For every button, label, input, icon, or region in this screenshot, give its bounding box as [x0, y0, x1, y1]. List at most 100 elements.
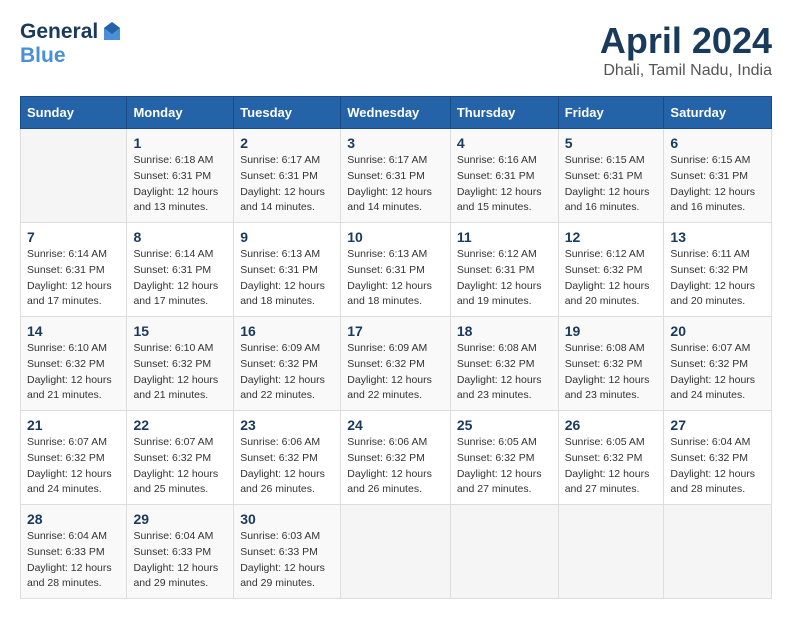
calendar-cell: 20Sunrise: 6:07 AMSunset: 6:32 PMDayligh…: [664, 317, 772, 411]
calendar-cell: 10 Sunrise: 6:13 AMSunset: 6:31 PMDayligh…: [341, 223, 451, 317]
day-number: 12: [565, 229, 658, 245]
week-row-2: 7 Sunrise: 6:14 AMSunset: 6:31 PMDaylight…: [21, 223, 772, 317]
calendar-cell: 11 Sunrise: 6:12 AMSunset: 6:31 PMDayligh…: [450, 223, 558, 317]
calendar-cell: 4 Sunrise: 6:16 AMSunset: 6:31 PMDaylight…: [450, 129, 558, 223]
calendar-cell: 25 Sunrise: 6:05 AMSunset: 6:32 PMDayligh…: [450, 411, 558, 505]
day-number: 2: [240, 135, 334, 151]
calendar-cell: 27Sunrise: 6:04 AMSunset: 6:32 PMDayligh…: [664, 411, 772, 505]
day-number: 30: [240, 511, 334, 527]
calendar-cell: 6 Sunrise: 6:15 AMSunset: 6:31 PMDaylight…: [664, 129, 772, 223]
day-info: Sunrise: 6:08 AMSunset: 6:32 PMDaylight:…: [457, 341, 552, 404]
day-number: 21: [27, 417, 120, 433]
day-info: Sunrise: 6:07 AMSunset: 6:32 PMDaylight:…: [27, 435, 120, 498]
day-number: 15: [133, 323, 227, 339]
day-info: Sunrise: 6:12 AMSunset: 6:32 PMDaylight:…: [565, 247, 658, 310]
day-info: Sunrise: 6:15 AMSunset: 6:31 PMDaylight:…: [565, 153, 658, 216]
day-info: Sunrise: 6:08 AMSunset: 6:32 PMDaylight:…: [565, 341, 658, 404]
day-number: 10: [347, 229, 444, 245]
calendar-cell: 13 Sunrise: 6:11 AMSunset: 6:32 PMDayligh…: [664, 223, 772, 317]
calendar-cell: [450, 505, 558, 599]
day-info: Sunrise: 6:10 AMSunset: 6:32 PMDaylight:…: [133, 341, 227, 404]
calendar-cell: 26 Sunrise: 6:05 AMSunset: 6:32 PMDayligh…: [558, 411, 664, 505]
column-header-saturday: Saturday: [664, 97, 772, 129]
day-number: 26: [565, 417, 658, 433]
calendar-cell: 8 Sunrise: 6:14 AMSunset: 6:31 PMDaylight…: [127, 223, 234, 317]
day-number: 5: [565, 135, 658, 151]
day-info: Sunrise: 6:17 AMSunset: 6:31 PMDaylight:…: [347, 153, 444, 216]
calendar-cell: 12 Sunrise: 6:12 AMSunset: 6:32 PMDayligh…: [558, 223, 664, 317]
page-subtitle: Dhali, Tamil Nadu, India: [600, 62, 772, 80]
day-info: Sunrise: 6:10 AMSunset: 6:32 PMDaylight:…: [27, 341, 120, 404]
week-row-4: 21 Sunrise: 6:07 AMSunset: 6:32 PMDayligh…: [21, 411, 772, 505]
day-number: 25: [457, 417, 552, 433]
column-header-wednesday: Wednesday: [341, 97, 451, 129]
day-number: 24: [347, 417, 444, 433]
calendar-cell: 22 Sunrise: 6:07 AMSunset: 6:32 PMDayligh…: [127, 411, 234, 505]
calendar-cell: 5 Sunrise: 6:15 AMSunset: 6:31 PMDaylight…: [558, 129, 664, 223]
day-info: Sunrise: 6:04 AMSunset: 6:33 PMDaylight:…: [133, 529, 227, 592]
day-number: 18: [457, 323, 552, 339]
calendar-cell: 24 Sunrise: 6:06 AMSunset: 6:32 PMDayligh…: [341, 411, 451, 505]
page-header: General Blue April 2024 Dhali, Tamil Nad…: [20, 20, 772, 80]
column-header-monday: Monday: [127, 97, 234, 129]
day-info: Sunrise: 6:13 AMSunset: 6:31 PMDaylight:…: [240, 247, 334, 310]
day-info: Sunrise: 6:14 AMSunset: 6:31 PMDaylight:…: [133, 247, 227, 310]
day-info: Sunrise: 6:17 AMSunset: 6:31 PMDaylight:…: [240, 153, 334, 216]
day-number: 16: [240, 323, 334, 339]
week-row-3: 14 Sunrise: 6:10 AMSunset: 6:32 PMDayligh…: [21, 317, 772, 411]
header-row: SundayMondayTuesdayWednesdayThursdayFrid…: [21, 97, 772, 129]
calendar-cell: 29 Sunrise: 6:04 AMSunset: 6:33 PMDayligh…: [127, 505, 234, 599]
week-row-1: 1Sunrise: 6:18 AMSunset: 6:31 PMDaylight…: [21, 129, 772, 223]
calendar-cell: 1Sunrise: 6:18 AMSunset: 6:31 PMDaylight…: [127, 129, 234, 223]
day-info: Sunrise: 6:05 AMSunset: 6:32 PMDaylight:…: [457, 435, 552, 498]
day-number: 9: [240, 229, 334, 245]
day-info: Sunrise: 6:04 AMSunset: 6:33 PMDaylight:…: [27, 529, 120, 592]
logo: General Blue: [20, 20, 124, 69]
week-row-5: 28 Sunrise: 6:04 AMSunset: 6:33 PMDayligh…: [21, 505, 772, 599]
day-number: 13: [670, 229, 765, 245]
calendar-cell: 19 Sunrise: 6:08 AMSunset: 6:32 PMDayligh…: [558, 317, 664, 411]
column-header-thursday: Thursday: [450, 97, 558, 129]
title-area: April 2024 Dhali, Tamil Nadu, India: [600, 20, 772, 80]
day-info: Sunrise: 6:07 AMSunset: 6:32 PMDaylight:…: [133, 435, 227, 498]
logo-icon: [100, 20, 124, 44]
day-info: Sunrise: 6:15 AMSunset: 6:31 PMDaylight:…: [670, 153, 765, 216]
day-number: 3: [347, 135, 444, 151]
calendar-cell: [341, 505, 451, 599]
calendar-table: SundayMondayTuesdayWednesdayThursdayFrid…: [20, 96, 772, 599]
calendar-cell: [21, 129, 127, 223]
calendar-cell: [558, 505, 664, 599]
day-number: 28: [27, 511, 120, 527]
day-info: Sunrise: 6:03 AMSunset: 6:33 PMDaylight:…: [240, 529, 334, 592]
day-info: Sunrise: 6:06 AMSunset: 6:32 PMDaylight:…: [347, 435, 444, 498]
day-info: Sunrise: 6:18 AMSunset: 6:31 PMDaylight:…: [133, 153, 227, 216]
day-number: 14: [27, 323, 120, 339]
calendar-cell: 17Sunrise: 6:09 AMSunset: 6:32 PMDayligh…: [341, 317, 451, 411]
calendar-cell: 14 Sunrise: 6:10 AMSunset: 6:32 PMDayligh…: [21, 317, 127, 411]
day-number: 7: [27, 229, 120, 245]
day-info: Sunrise: 6:09 AMSunset: 6:32 PMDaylight:…: [240, 341, 334, 404]
day-number: 29: [133, 511, 227, 527]
day-info: Sunrise: 6:05 AMSunset: 6:32 PMDaylight:…: [565, 435, 658, 498]
day-info: Sunrise: 6:16 AMSunset: 6:31 PMDaylight:…: [457, 153, 552, 216]
day-info: Sunrise: 6:09 AMSunset: 6:32 PMDaylight:…: [347, 341, 444, 404]
calendar-cell: 28 Sunrise: 6:04 AMSunset: 6:33 PMDayligh…: [21, 505, 127, 599]
day-number: 27: [670, 417, 765, 433]
day-number: 11: [457, 229, 552, 245]
calendar-cell: 3 Sunrise: 6:17 AMSunset: 6:31 PMDaylight…: [341, 129, 451, 223]
day-number: 19: [565, 323, 658, 339]
calendar-cell: 23Sunrise: 6:06 AMSunset: 6:32 PMDayligh…: [234, 411, 341, 505]
calendar-cell: [664, 505, 772, 599]
column-header-tuesday: Tuesday: [234, 97, 341, 129]
calendar-cell: 7Sunrise: 6:14 AMSunset: 6:31 PMDaylight…: [21, 223, 127, 317]
logo-text: General: [20, 20, 124, 44]
day-info: Sunrise: 6:13 AMSunset: 6:31 PMDaylight:…: [347, 247, 444, 310]
day-info: Sunrise: 6:11 AMSunset: 6:32 PMDaylight:…: [670, 247, 765, 310]
calendar-cell: 2 Sunrise: 6:17 AMSunset: 6:31 PMDaylight…: [234, 129, 341, 223]
day-number: 22: [133, 417, 227, 433]
day-number: 4: [457, 135, 552, 151]
day-number: 6: [670, 135, 765, 151]
calendar-cell: 30 Sunrise: 6:03 AMSunset: 6:33 PMDayligh…: [234, 505, 341, 599]
day-number: 8: [133, 229, 227, 245]
day-info: Sunrise: 6:12 AMSunset: 6:31 PMDaylight:…: [457, 247, 552, 310]
